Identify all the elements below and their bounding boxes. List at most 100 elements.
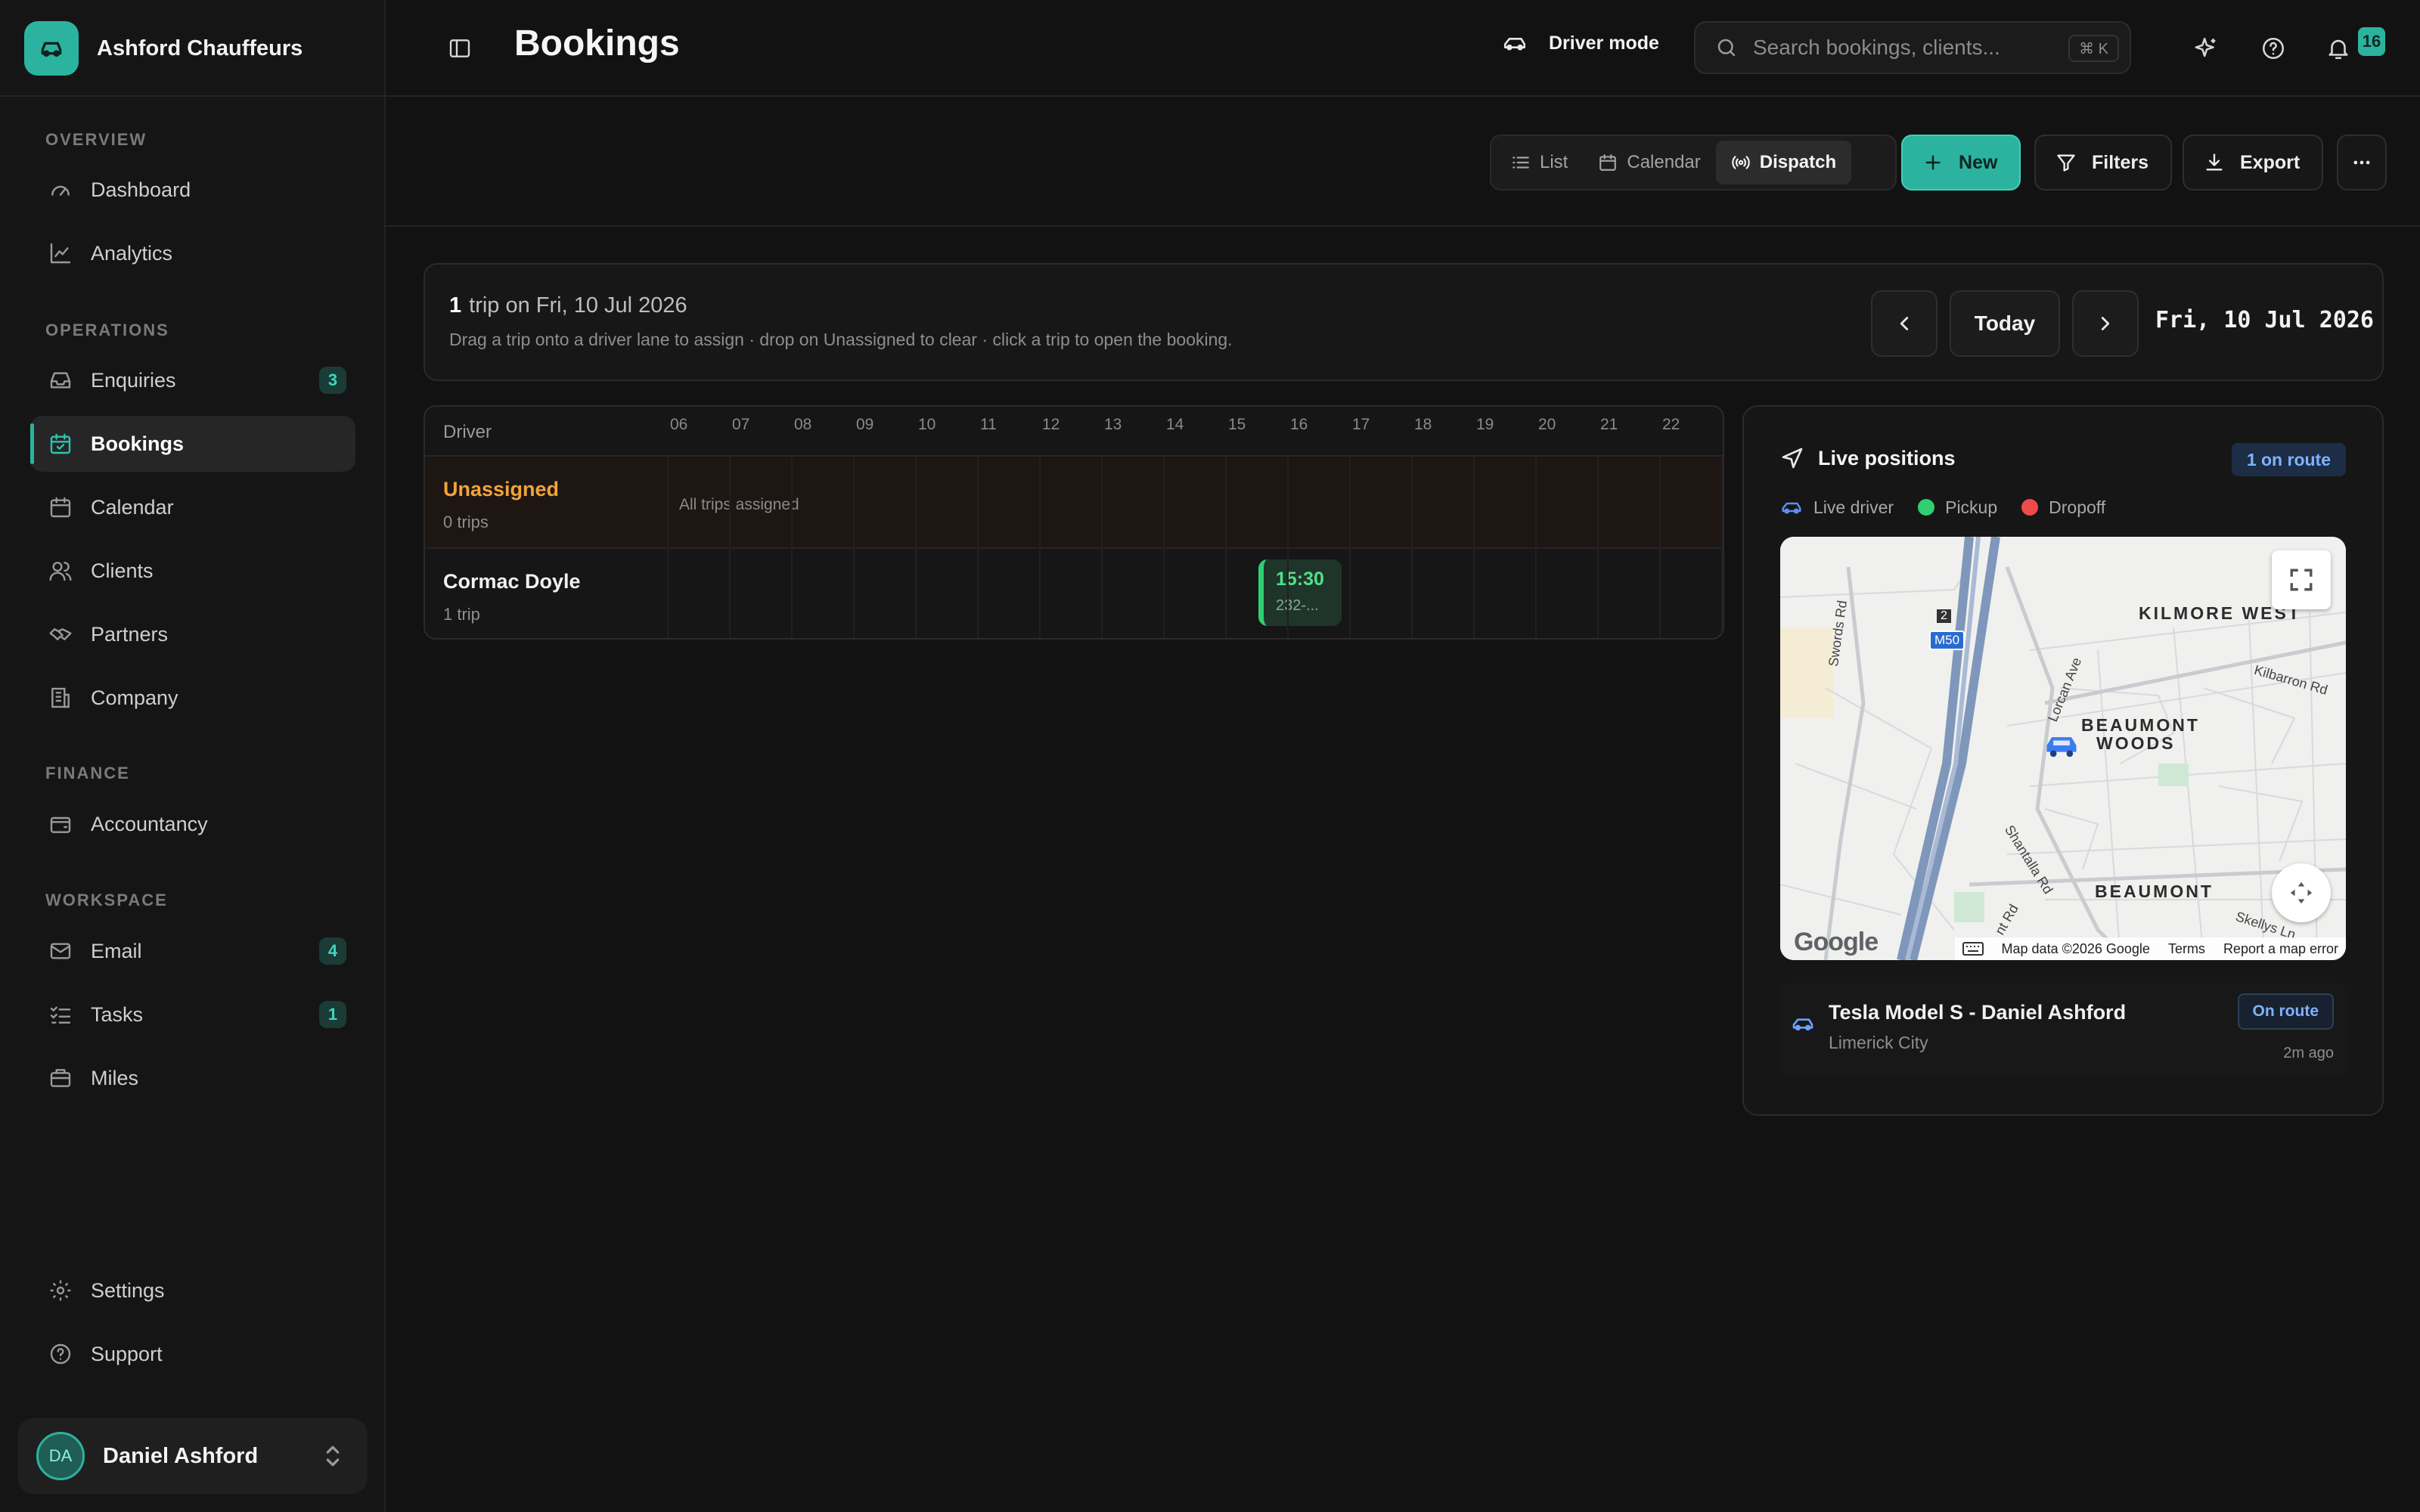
car-icon: [1503, 38, 1526, 51]
view-switcher: List Calendar Dispatch: [1490, 135, 1897, 191]
sidebar-item-analytics[interactable]: Analytics: [30, 225, 355, 281]
sidebar-item-label: Tasks: [91, 1002, 144, 1026]
new-booking-button[interactable]: New: [1901, 135, 2021, 191]
hour-label: 13: [1104, 416, 1122, 433]
search-box: ⌘ K: [1694, 21, 2131, 74]
hour-gridline: [1721, 457, 1723, 638]
handshake-icon: [49, 628, 72, 640]
previous-day-button[interactable]: [1871, 290, 1938, 357]
sidebar-item-accountancy[interactable]: Accountancy: [30, 796, 355, 852]
notifications-button[interactable]: [2314, 24, 2363, 73]
sidebar-item-enquiries[interactable]: Enquiries 3: [30, 352, 355, 408]
brand[interactable]: Ashford Chauffeurs: [24, 21, 302, 76]
navigation-icon: [1782, 448, 1803, 469]
section-finance: FINANCE: [45, 764, 130, 782]
sidebar-item-support[interactable]: Support: [30, 1326, 355, 1382]
tab-label: Dispatch: [1759, 152, 1837, 172]
sidebar-item-label: Support: [91, 1342, 163, 1365]
sidebar-item-label: Settings: [91, 1278, 165, 1302]
sidebar-item-calendar[interactable]: Calendar: [30, 479, 355, 535]
sidebar-item-label: Calendar: [91, 495, 174, 519]
sidebar-item-partners[interactable]: Partners: [30, 606, 355, 662]
map-report-link[interactable]: Report a map error: [2223, 941, 2338, 957]
search-input[interactable]: [1753, 36, 2048, 60]
live-driver-car-icon[interactable]: [2042, 726, 2081, 765]
today-button[interactable]: Today: [1950, 290, 2060, 357]
current-date: Fri, 10 Jul 2026: [2155, 307, 2374, 333]
sidebar-item-miles[interactable]: Miles: [30, 1050, 355, 1106]
export-label: Export: [2240, 151, 2301, 173]
junction-marker: 2: [1937, 609, 1951, 623]
user-menu[interactable]: DA Daniel Ashford: [18, 1418, 368, 1494]
sidebar-item-label: Analytics: [91, 241, 173, 265]
driver-mode-button[interactable]: Driver mode: [1502, 30, 1659, 56]
trip-count: 1: [449, 293, 462, 318]
trip-reference: 232-...: [1276, 597, 1319, 614]
hour-gridline: [915, 457, 917, 638]
tab-label: Calendar: [1627, 152, 1701, 172]
hour-gridline: [1163, 457, 1165, 638]
car-icon: [1792, 1018, 1813, 1031]
hour-label: 18: [1414, 416, 1432, 433]
users-icon: [49, 562, 72, 581]
tab-dispatch[interactable]: Dispatch: [1715, 141, 1852, 184]
brand-name: Ashford Chauffeurs: [97, 36, 303, 60]
inbox-icon: [50, 372, 71, 389]
lane-unassigned[interactable]: Unassigned 0 trips All trips assigned: [425, 458, 1723, 549]
lane-driver-cormac-doyle[interactable]: Cormac Doyle 1 trip 15:30 232-...: [425, 550, 1723, 638]
map-area-label: BEAUMONT: [2081, 715, 2200, 735]
live-positions-panel: Live positions 1 on route Live driver Pi…: [1742, 405, 2384, 1116]
map-attribution: Map data ©2026 Google Terms Report a map…: [1954, 937, 2346, 960]
ai-sparkles-button[interactable]: [2183, 24, 2231, 73]
sidebar-item-clients[interactable]: Clients: [30, 543, 355, 599]
map-terms-link[interactable]: Terms: [2168, 941, 2205, 957]
map-data-credit: Map data ©2026 Google: [2001, 940, 2150, 956]
tab-calendar[interactable]: Calendar: [1583, 141, 1715, 184]
vehicle-location: Limerick City: [1829, 1033, 1928, 1052]
sidebar-item-label: Dashboard: [91, 178, 191, 201]
sidebar-item-email[interactable]: Email 4: [30, 923, 355, 979]
sidebar-item-label: Bookings: [91, 432, 185, 455]
hour-gridline: [791, 457, 793, 638]
live-map[interactable]: KILMORE WEST BEAUMONT WOODS BEAUMONT Swo…: [1780, 537, 2346, 960]
help-circle-icon: [50, 1343, 71, 1365]
vehicle-name: Tesla Model S - Daniel Ashford: [1829, 1001, 2127, 1024]
keyboard-icon[interactable]: [1962, 942, 1984, 956]
pickup-dot: [1918, 499, 1935, 516]
sidebar-toggle-button[interactable]: [436, 24, 484, 73]
export-button[interactable]: Export: [2183, 135, 2323, 191]
chevron-right-icon: [2101, 317, 2110, 330]
status-badge: On route: [2237, 993, 2334, 1030]
sparkles-icon: [2195, 37, 2216, 57]
help-button[interactable]: [2249, 24, 2297, 73]
sidebar: Ashford Chauffeurs OVERVIEW Dashboard An…: [0, 0, 386, 1512]
user-name: Daniel Ashford: [103, 1443, 259, 1468]
sidebar-item-bookings[interactable]: Bookings: [30, 416, 355, 472]
more-options-button[interactable]: [2337, 135, 2387, 191]
lane-name: Cormac Doyle: [443, 570, 581, 593]
move-arrows-icon: [2290, 881, 2313, 904]
map-fullscreen-button[interactable]: [2272, 550, 2331, 609]
bell-icon: [2328, 39, 2348, 60]
hour-gridline: [1349, 457, 1351, 638]
tab-label: List: [1540, 152, 1568, 172]
sidebar-item-tasks[interactable]: Tasks 1: [30, 987, 355, 1043]
sidebar-item-dashboard[interactable]: Dashboard: [30, 162, 355, 218]
tab-list[interactable]: List: [1496, 141, 1583, 184]
sidebar-item-company[interactable]: Company: [30, 670, 355, 726]
hour-gridline: [1473, 457, 1475, 638]
filters-button[interactable]: Filters: [2034, 135, 2172, 191]
next-day-button[interactable]: [2072, 290, 2139, 357]
car-logo-icon: [24, 21, 79, 76]
trip-card[interactable]: 15:30 232-...: [1258, 559, 1342, 626]
vehicle-card[interactable]: Tesla Model S - Daniel Ashford Limerick …: [1780, 983, 2346, 1077]
sidebar-item-settings[interactable]: Settings: [30, 1263, 355, 1318]
google-logo: Google: [1794, 928, 1879, 956]
sidebar-item-label: Company: [91, 686, 178, 709]
map-area-label: BEAUMONT: [2095, 881, 2214, 901]
gear-icon: [50, 1280, 71, 1301]
trip-summary: 1 trip on Fri, 10 Jul 2026: [449, 293, 687, 318]
map-pan-control[interactable]: [2272, 863, 2331, 922]
calendar-check-icon: [50, 433, 71, 454]
calendar-icon: [1599, 154, 1617, 171]
